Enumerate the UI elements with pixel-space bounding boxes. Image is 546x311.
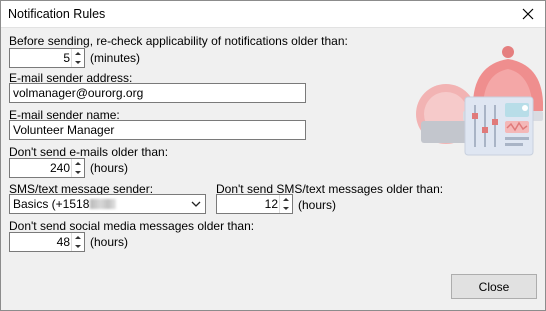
sms-age-unit: (hours) — [298, 198, 337, 212]
email-address-field[interactable]: volmanager@ourorg.org — [9, 83, 306, 103]
spin-down-arrow-icon[interactable] — [74, 168, 82, 177]
sms-sender-select[interactable]: Basics (+1518 — [9, 194, 206, 214]
stepper-arrows — [71, 49, 84, 67]
recheck-minutes-stepper[interactable]: 5 — [9, 48, 85, 68]
sms-age-stepper[interactable]: 12 — [216, 194, 293, 214]
social-age-unit: (hours) — [90, 235, 129, 249]
email-age-label: Don't send e-mails older than: — [9, 145, 169, 159]
spin-up-arrow-icon[interactable] — [282, 195, 290, 204]
sms-sender-selected: Basics (+1518 — [13, 197, 117, 211]
sms-age-value: 12 — [264, 197, 278, 211]
email-age-value: 240 — [49, 161, 70, 175]
email-age-unit: (hours) — [90, 161, 129, 175]
social-age-value: 48 — [56, 235, 70, 249]
redacted-number — [90, 199, 117, 209]
social-age-label: Don't send social media messages older t… — [9, 219, 255, 233]
close-window-button[interactable] — [511, 1, 545, 27]
close-button[interactable]: Close — [451, 274, 537, 299]
stepper-arrows — [279, 195, 292, 213]
email-age-stepper[interactable]: 240 — [9, 158, 85, 178]
recheck-minutes-value: 5 — [63, 51, 70, 65]
window-title: Notification Rules — [8, 7, 106, 21]
notification-rules-dialog: Notification Rules Before sending, re-ch… — [0, 0, 546, 311]
chevron-down-icon — [191, 201, 201, 207]
close-icon — [522, 8, 534, 20]
spin-down-arrow-icon[interactable] — [282, 204, 290, 213]
spin-down-arrow-icon[interactable] — [74, 242, 82, 251]
social-age-stepper[interactable]: 48 — [9, 232, 85, 252]
recheck-label: Before sending, re-check applicability o… — [9, 34, 348, 48]
recheck-unit: (minutes) — [90, 51, 141, 65]
spin-down-arrow-icon[interactable] — [74, 58, 82, 67]
spin-up-arrow-icon[interactable] — [74, 233, 82, 242]
spin-up-arrow-icon[interactable] — [74, 49, 82, 58]
spin-up-arrow-icon[interactable] — [74, 159, 82, 168]
stepper-arrows — [71, 159, 84, 177]
close-button-label: Close — [478, 279, 510, 294]
title-bar: Notification Rules — [1, 1, 545, 28]
email-name-field[interactable]: Volunteer Manager — [9, 120, 306, 140]
sms-sender-value: Basics (+1518 — [13, 197, 90, 211]
stepper-arrows — [71, 233, 84, 251]
notification-settings-illustration — [416, 46, 543, 156]
